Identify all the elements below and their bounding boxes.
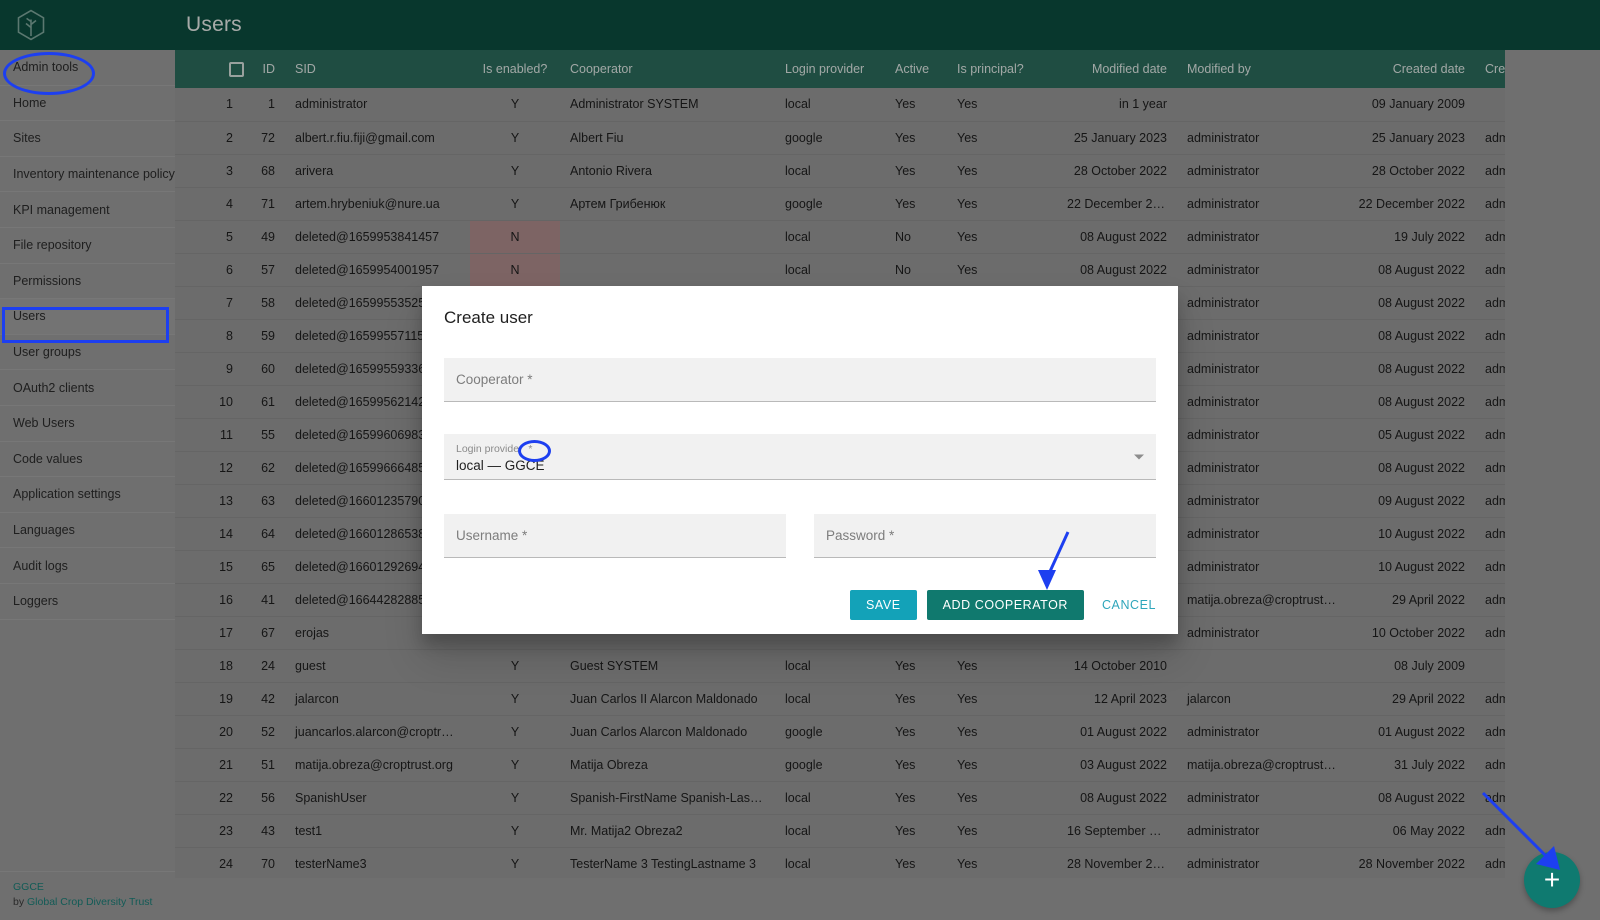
dialog-body: Cooperator * Login provider * local — GG… [422,328,1178,558]
login-provider-label-text: Login provider [456,443,523,455]
login-provider-value: local — GGCE [456,458,545,473]
dialog-title: Create user [444,308,533,327]
cooperator-placeholder: Cooperator * [456,372,533,387]
login-provider-select[interactable]: Login provider * local — GGCE [444,434,1156,480]
password-placeholder: Password * [826,528,895,543]
create-user-dialog: Create user Cooperator * Login provider … [422,286,1178,634]
cancel-button[interactable]: CANCEL [1094,590,1164,620]
login-provider-required-marker: * [528,443,533,455]
username-field[interactable]: Username * [444,514,786,558]
plus-icon: + [1543,864,1561,895]
cooperator-field[interactable]: Cooperator * [444,358,1156,402]
create-user-fab[interactable]: + [1524,852,1580,908]
login-provider-label: Login provider * [456,442,532,456]
save-button[interactable]: SAVE [850,590,917,620]
app-root: Users Admin tools Home Sites Inventory main… [0,0,1600,920]
username-placeholder: Username * [456,528,528,543]
password-field[interactable]: Password * [814,514,1156,558]
add-cooperator-button[interactable]: ADD COOPERATOR [926,590,1084,620]
chevron-down-icon[interactable] [1134,454,1144,459]
credentials-row: Username * Password * [444,514,1156,558]
dialog-actions: SAVE ADD COOPERATOR CANCEL [850,590,1164,620]
